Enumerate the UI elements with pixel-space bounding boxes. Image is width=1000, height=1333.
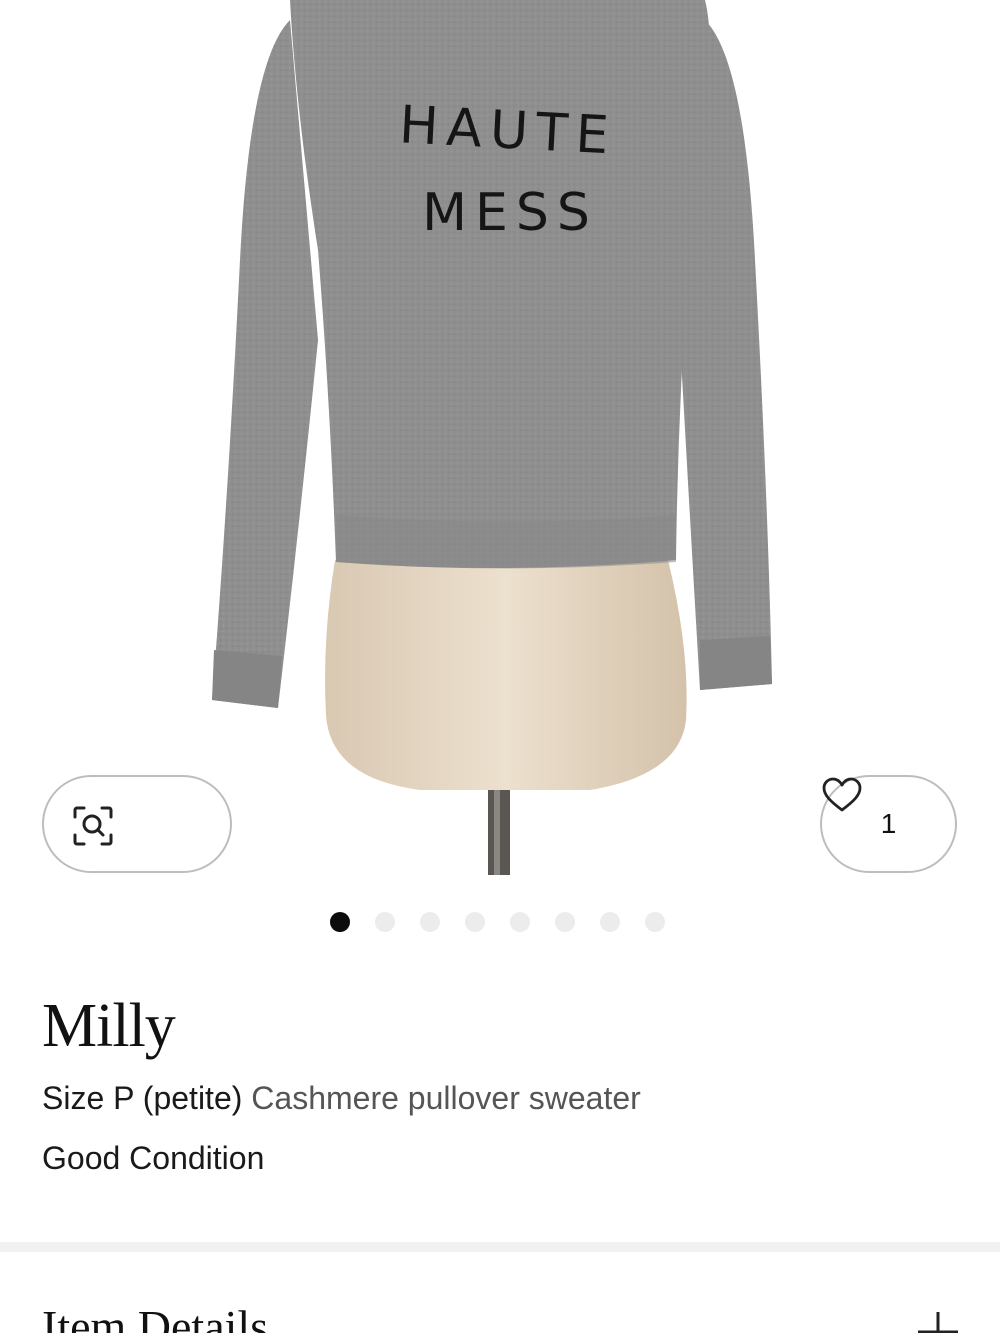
carousel-dot[interactable] bbox=[375, 912, 395, 932]
carousel-dot[interactable] bbox=[645, 912, 665, 932]
item-details-accordion[interactable]: Item Details bbox=[0, 1252, 1000, 1333]
scan-search-icon bbox=[73, 806, 113, 846]
like-count: 1 bbox=[880, 808, 897, 839]
product-image[interactable]: HAUTE MESS 1 bbox=[0, 0, 1000, 900]
heart-outline-icon bbox=[822, 777, 862, 812]
carousel-indicator bbox=[330, 912, 665, 934]
carousel-dot[interactable] bbox=[330, 912, 350, 932]
carousel-dot[interactable] bbox=[510, 912, 530, 932]
like-button[interactable]: 1 bbox=[820, 775, 957, 873]
sweater-print-line1: HAUTE bbox=[398, 95, 618, 166]
visual-search-button[interactable] bbox=[42, 775, 232, 873]
item-details-title: Item Details bbox=[42, 1301, 269, 1333]
sweater-print-line2: MESS bbox=[422, 183, 598, 243]
carousel-dot[interactable] bbox=[555, 912, 575, 932]
plus-icon[interactable] bbox=[916, 1310, 960, 1333]
size-label: Size P (petite) bbox=[42, 1080, 243, 1116]
section-divider bbox=[0, 1242, 1000, 1252]
carousel-dot[interactable] bbox=[600, 912, 620, 932]
carousel-dot[interactable] bbox=[465, 912, 485, 932]
brand-name[interactable]: Milly bbox=[42, 992, 176, 1060]
product-description: Cashmere pullover sweater bbox=[251, 1080, 641, 1116]
product-photo: HAUTE MESS bbox=[212, 0, 772, 875]
size-and-description: Size P (petite) Cashmere pullover sweate… bbox=[42, 1080, 641, 1117]
condition-label: Good Condition bbox=[42, 1140, 265, 1176]
carousel-dot[interactable] bbox=[420, 912, 440, 932]
